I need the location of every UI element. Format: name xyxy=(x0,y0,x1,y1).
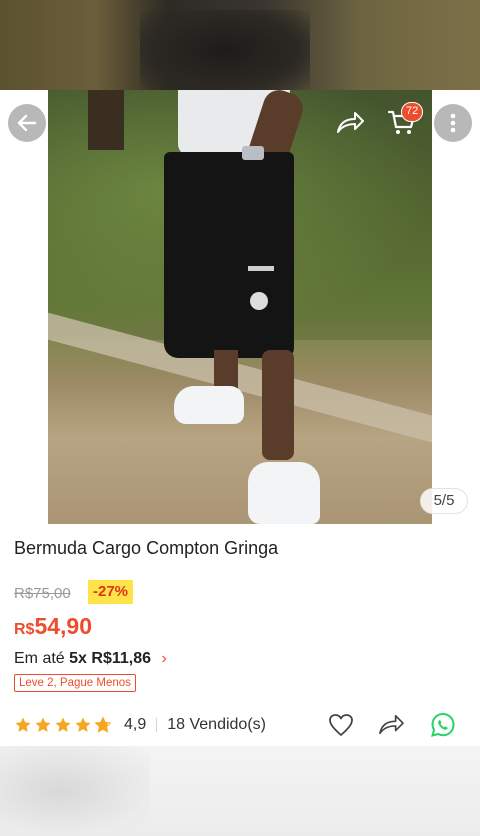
price-currency: R$ xyxy=(14,621,35,638)
price-value: 54,90 xyxy=(34,613,93,639)
product-image-gallery[interactable] xyxy=(0,90,480,524)
share-icon xyxy=(337,112,364,133)
installments-value: 5x R$11,86 xyxy=(69,650,151,667)
rating-row: 4,9 18 Vendido(s) xyxy=(14,712,266,738)
divider xyxy=(156,718,158,732)
rating-stars xyxy=(14,716,114,734)
heart-icon xyxy=(329,714,353,736)
favorite-button[interactable] xyxy=(326,710,356,740)
share-icon xyxy=(379,714,404,735)
more-options-button[interactable] xyxy=(434,104,472,142)
star-icon xyxy=(55,717,71,732)
back-arrow-icon xyxy=(17,114,37,132)
product-photo[interactable] xyxy=(48,90,432,524)
discount-badge: -27% xyxy=(88,580,134,604)
share-button[interactable] xyxy=(376,710,406,740)
chevron-right-icon: › xyxy=(161,650,167,667)
rating-value: 4,9 xyxy=(124,716,147,733)
installments-prefix: Em até xyxy=(14,650,65,667)
promo-tag[interactable]: Leve 2, Pague Menos xyxy=(14,674,136,692)
star-half-icon xyxy=(94,716,112,733)
sold-count: 18 Vendido(s) xyxy=(167,716,266,733)
top-blurred-area xyxy=(0,0,480,90)
back-button[interactable] xyxy=(8,104,46,142)
installments-link[interactable]: Em até 5x R$11,86 › xyxy=(14,650,167,668)
star-icon xyxy=(35,717,51,732)
more-vertical-icon xyxy=(450,113,456,133)
star-icon xyxy=(75,717,91,732)
image-counter: 5/5 xyxy=(420,488,468,514)
cart-count-badge: 72 xyxy=(401,102,424,122)
whatsapp-icon xyxy=(431,712,455,737)
original-price: R$75,00 xyxy=(14,585,71,602)
product-title: Bermuda Cargo Compton Gringa xyxy=(14,538,279,558)
whatsapp-button[interactable] xyxy=(428,710,458,740)
current-price: R$54,90 xyxy=(14,613,92,640)
share-button-top[interactable] xyxy=(332,106,368,140)
star-icon xyxy=(15,717,31,732)
bottom-blurred-area xyxy=(0,746,480,836)
